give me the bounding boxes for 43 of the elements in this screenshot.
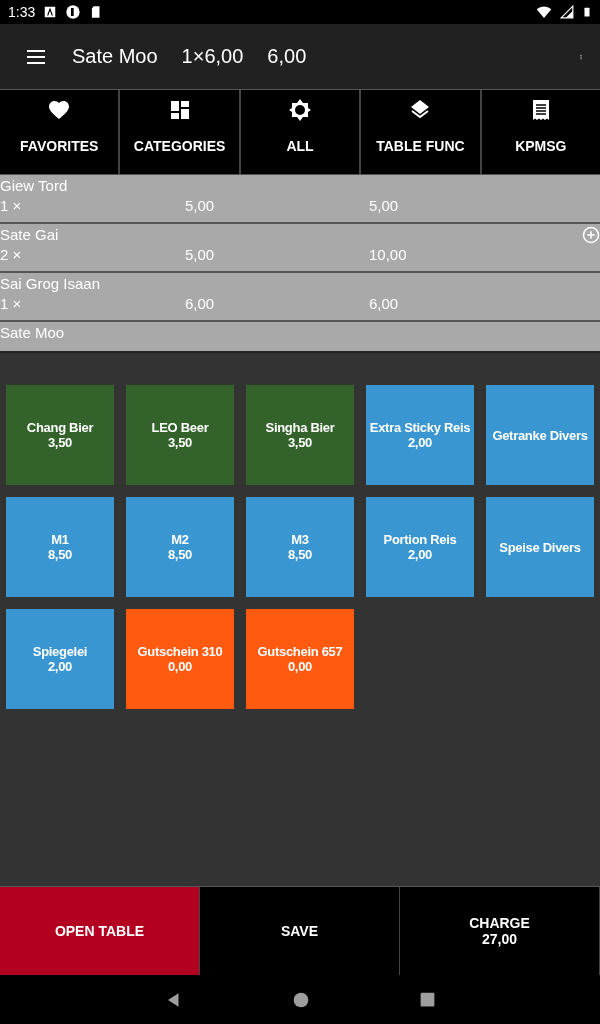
product-button[interactable]: Portion Reis 2,00 [366,497,474,597]
item-name: Sate Gai [0,226,59,243]
product-button[interactable]: Gutschein 657 0,00 [246,609,354,709]
quantity-price: 1×6,00 [181,45,244,68]
line-total: 10,00 [369,246,407,263]
action-button[interactable]: OPEN TABLE [0,887,200,975]
line-total: 6,00 [267,45,307,68]
home-icon[interactable] [293,991,310,1008]
wifi-icon [536,4,552,20]
product-button[interactable]: Extra Sticky Reis 2,00 [366,385,474,485]
circle-icon [65,4,82,20]
heart-icon [47,98,72,122]
item-title: Sate Moo [72,45,158,68]
quantity: 2 × [0,246,23,263]
product-button[interactable]: Getranke Divers [486,385,594,485]
item-name: Giew Tord [0,177,68,194]
unit-price: 6,00 [185,295,216,312]
product-button[interactable]: LEO Beer 3,50 [126,385,234,485]
item-name: Sate Moo [0,324,65,341]
unit-price: 5,00 [185,246,216,263]
order-line[interactable]: Sate Gai 2 × 5,00 10,00 [0,224,600,273]
quantity: 1 × [0,295,23,312]
unit-price: 5,00 [185,197,216,214]
order-line[interactable]: Giew Tord 1 × 5,00 5,00 [0,175,600,224]
item-name: Sai Grog Isaan [0,275,101,292]
line-total: 5,00 [369,197,399,214]
product-button[interactable]: M2 8,50 [126,497,234,597]
recents-icon[interactable] [419,992,435,1007]
product-button[interactable]: M3 8,50 [246,497,354,597]
line-total: 6,00 [369,295,399,312]
order-line[interactable]: Sai Grog Isaan 1 × 6,00 6,00 [0,273,600,322]
quantity: 1 × [0,197,23,214]
product-button[interactable]: Chang Bier 3,50 [6,385,114,485]
product-button[interactable]: Singha Bier 3,50 [246,385,354,485]
sun-icon [288,98,312,122]
clock-time: 1:33 [8,4,36,20]
signal-icon [560,5,574,19]
product-button[interactable]: Gutschein 310 0,00 [126,609,234,709]
order-line[interactable]: Sate Moo [0,322,600,351]
product-button[interactable]: M1 8,50 [6,497,114,597]
letter-a-icon [43,5,58,19]
product-button[interactable]: Spiegelei 2,00 [6,609,114,709]
product-button[interactable]: Speise Divers [486,497,594,597]
